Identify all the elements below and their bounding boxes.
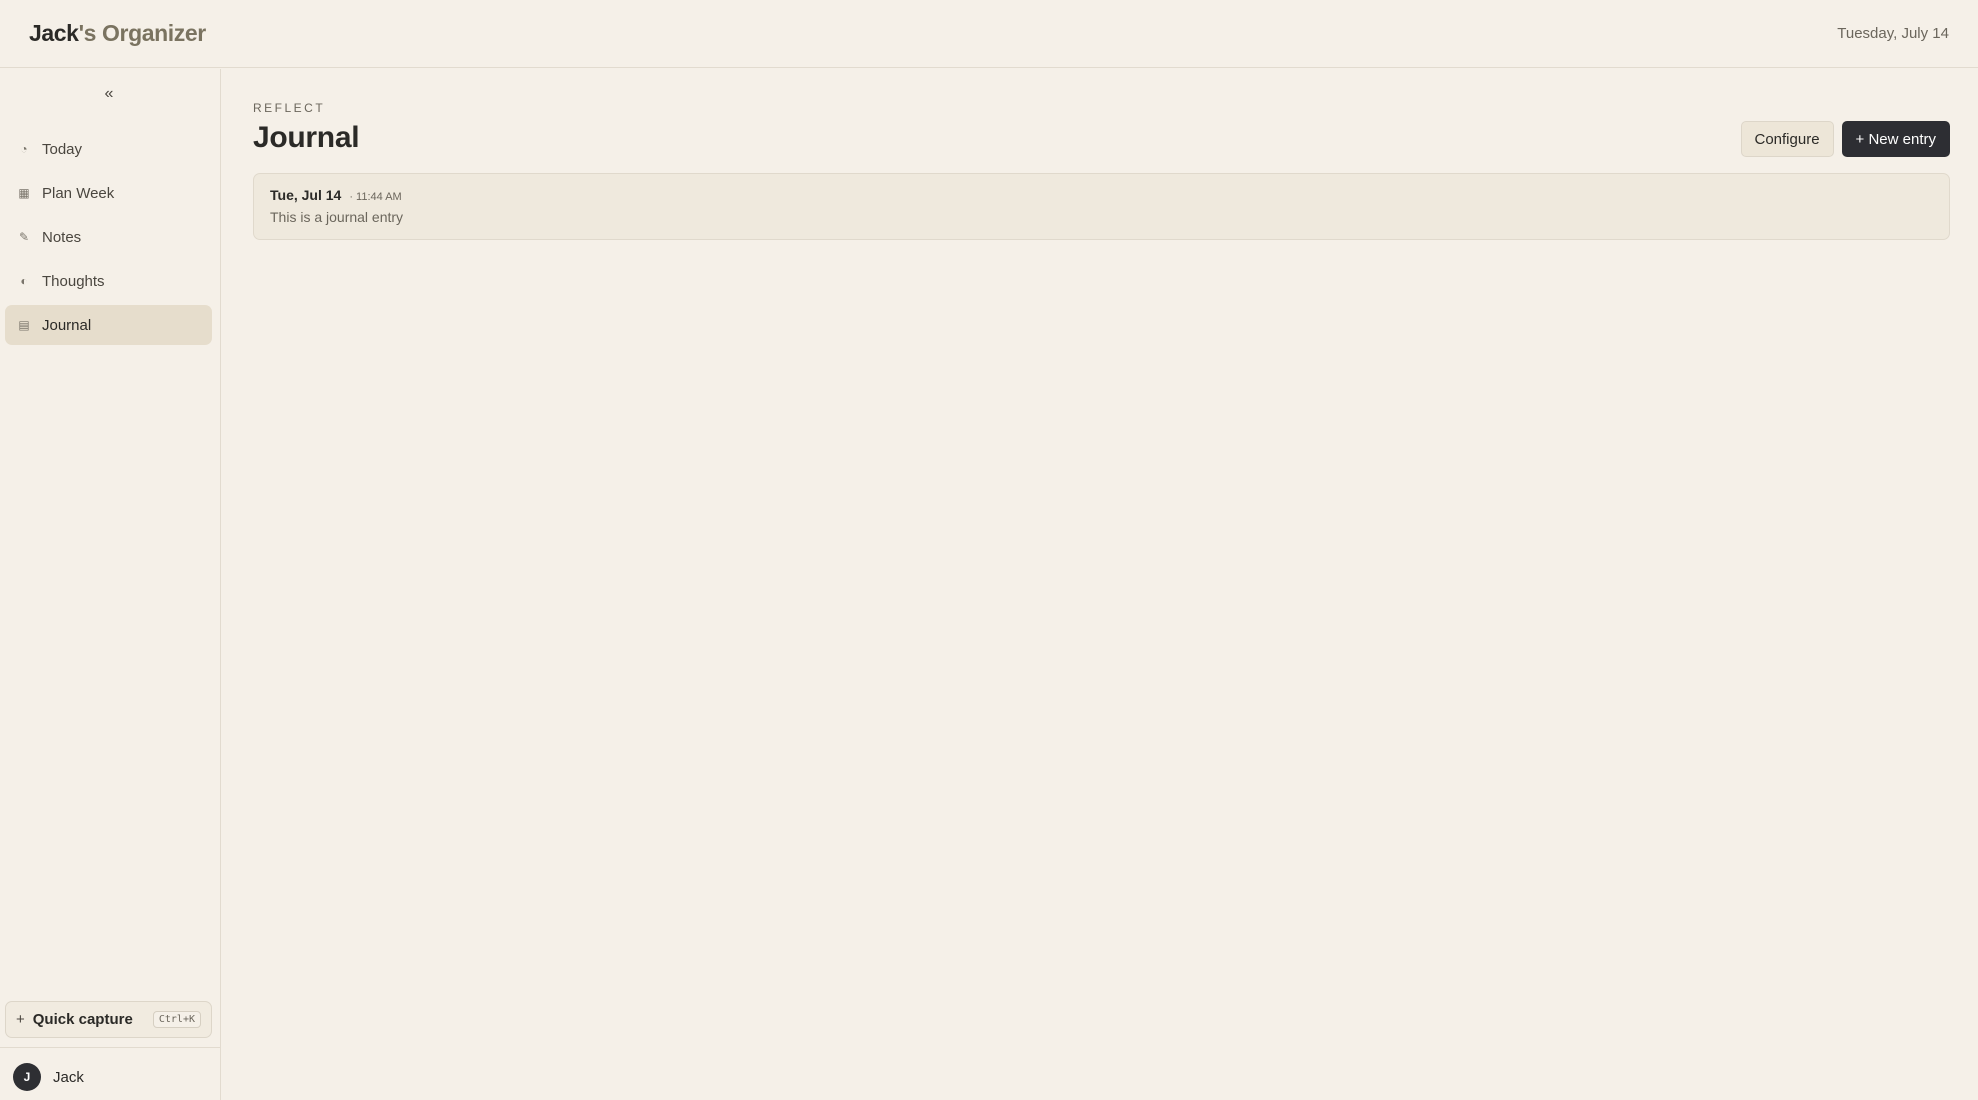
- app-title-suffix: 's Organizer: [78, 20, 207, 46]
- journal-entry-time: · 11:44 AM: [349, 191, 402, 203]
- section-eyebrow: REFLECT: [253, 101, 326, 115]
- top-bar: Jack's Organizer Tuesday, July 14: [0, 0, 1978, 68]
- sidebar: « ◔ Today ▦ Plan Week ✎ Notes ◐ Thoughts…: [0, 69, 221, 1100]
- sidebar-item-label: Journal: [42, 316, 92, 334]
- user-profile[interactable]: J Jack: [13, 1063, 84, 1091]
- quick-capture-label: Quick capture: [32, 1011, 133, 1028]
- current-date: Tuesday, July 14: [1837, 25, 1949, 42]
- sidebar-item-notes[interactable]: ✎ Notes: [5, 217, 212, 257]
- divider: [0, 1047, 221, 1048]
- sidebar-item-label: Notes: [42, 228, 82, 246]
- sidebar-item-plan-week[interactable]: ▦ Plan Week: [5, 173, 212, 213]
- sidebar-item-thoughts[interactable]: ◐ Thoughts: [5, 261, 212, 301]
- grid-icon: ▦: [18, 186, 30, 200]
- sidebar-item-label: Today: [42, 140, 83, 158]
- app-title: Jack's Organizer: [29, 20, 206, 47]
- sidebar-item-label: Thoughts: [42, 272, 105, 290]
- page-actions: Configure + New entry: [1740, 121, 1950, 157]
- journal-entry-date: Tue, Jul 14: [270, 187, 342, 203]
- half-circle-icon: ◐: [20, 274, 28, 288]
- user-name: Jack: [53, 1068, 84, 1086]
- journal-entry-header: Tue, Jul 14 · 11:44 AM: [270, 187, 1933, 203]
- collapse-sidebar-button[interactable]: «: [98, 83, 120, 105]
- page-title: Journal: [253, 121, 360, 154]
- avatar: J: [13, 1063, 41, 1091]
- journal-entry-preview: This is a journal entry: [270, 209, 404, 225]
- plus-icon: +: [16, 1011, 25, 1028]
- sidebar-item-journal[interactable]: ▤ Journal: [5, 305, 212, 345]
- configure-button[interactable]: Configure: [1740, 121, 1834, 157]
- quick-capture-button[interactable]: + Quick capture Ctrl+K: [5, 1001, 212, 1038]
- sidebar-item-label: Plan Week: [42, 184, 115, 202]
- clock-icon: ◔: [20, 142, 28, 156]
- pencil-icon: ✎: [18, 230, 30, 244]
- sidebar-nav: ◔ Today ▦ Plan Week ✎ Notes ◐ Thoughts ▤…: [5, 129, 212, 349]
- keyboard-shortcut: Ctrl+K: [152, 1011, 201, 1028]
- journal-entry[interactable]: Tue, Jul 14 · 11:44 AM This is a journal…: [253, 173, 1950, 240]
- new-entry-button[interactable]: + New entry: [1841, 121, 1950, 157]
- list-icon: ▤: [18, 318, 30, 332]
- app-title-owner: Jack: [29, 20, 79, 46]
- sidebar-item-today[interactable]: ◔ Today: [5, 129, 212, 169]
